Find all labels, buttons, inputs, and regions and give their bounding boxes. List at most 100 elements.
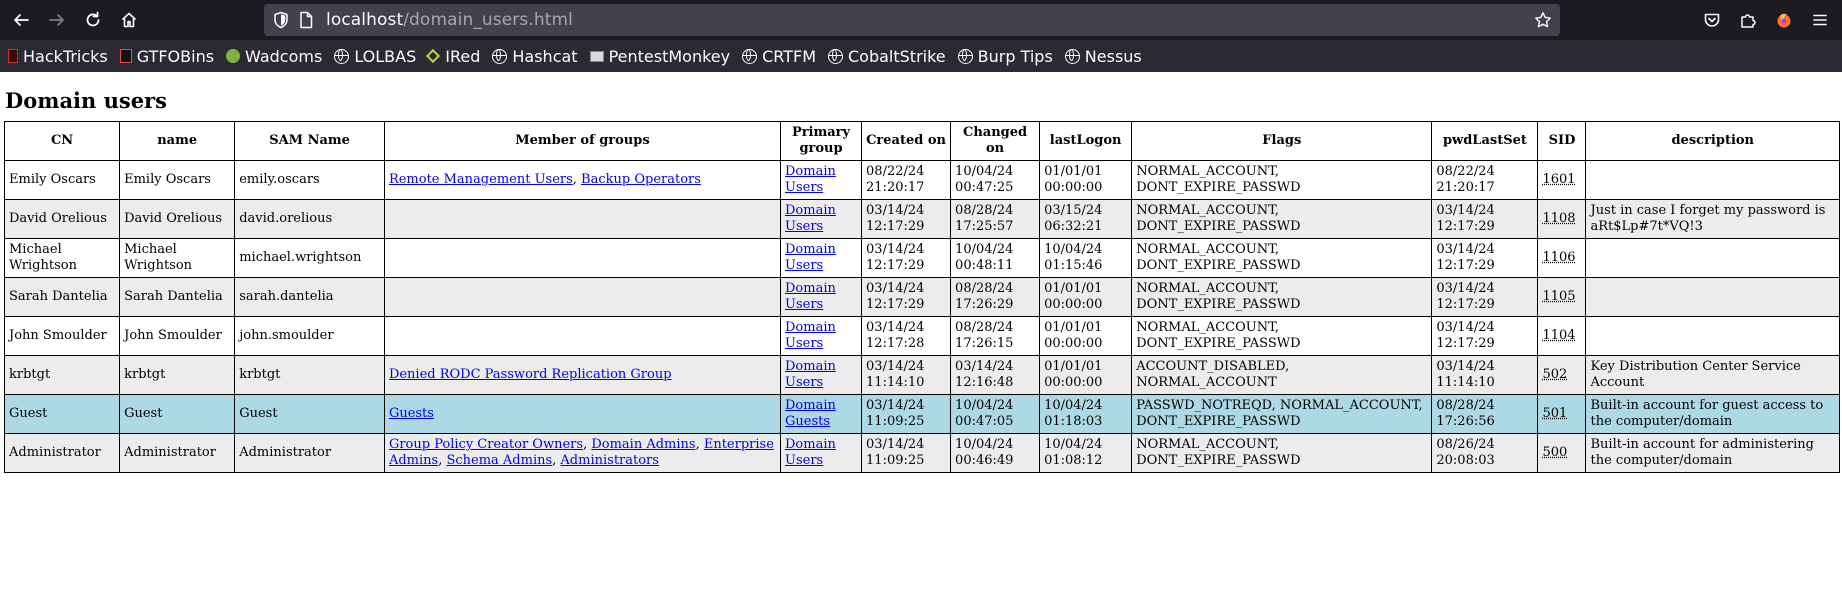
- reload-button[interactable]: [78, 5, 108, 35]
- table-row: Administrator Administrator Administrator G…: [3, 433, 1840, 473]
- page-icon[interactable]: [298, 11, 314, 29]
- primary-group-link[interactable]: Domain Users: [785, 164, 836, 195]
- bookmark-pentestmonkey[interactable]: PentestMonkey: [589, 46, 731, 66]
- bookmark-hashcat[interactable]: Hashcat: [492, 47, 578, 66]
- bookmark-label: GTFOBins: [136, 46, 215, 66]
- sid-value[interactable]: 502: [1542, 367, 1567, 382]
- gtfobins-icon: [119, 49, 132, 63]
- bookmark-wadcoms[interactable]: Wadcoms: [226, 47, 322, 66]
- cell-name: Sarah Dantelia: [119, 277, 236, 317]
- cell-pwd-last-set: 08/22/24 21:20:17: [1431, 160, 1539, 200]
- globe-icon: [334, 48, 350, 64]
- shield-icon[interactable]: [272, 11, 290, 29]
- group-link[interactable]: Group Policy Creator Owners: [389, 437, 583, 452]
- group-link[interactable]: Schema Admins: [446, 453, 552, 468]
- cell-description: Key Distribution Center Service Account: [1585, 355, 1840, 395]
- cell-sid: 1601: [1537, 160, 1587, 200]
- forward-button[interactable]: [42, 5, 72, 35]
- url-host: localhost: [326, 10, 404, 30]
- cell-flags: NORMAL_ACCOUNT, DONT_EXPIRE_PASSWD: [1131, 160, 1433, 200]
- home-button[interactable]: [114, 5, 144, 35]
- cell-name: John Smoulder: [119, 316, 236, 356]
- table-row: John Smoulder John Smoulder john.smoulder D…: [3, 316, 1840, 356]
- url-text[interactable]: localhost/domain_users.html: [326, 10, 573, 30]
- globe-icon: [742, 48, 758, 64]
- bookmark-lolbas[interactable]: LOLBAS: [334, 47, 416, 66]
- group-link[interactable]: Denied RODC Password Replication Group: [389, 367, 672, 382]
- cell-sam-name: Administrator: [234, 433, 385, 473]
- cell-changed-on: 08/28/24 17:26:29: [950, 277, 1041, 317]
- group-link[interactable]: Administrators: [560, 453, 659, 468]
- primary-group-link[interactable]: Domain Users: [785, 242, 836, 273]
- group-link[interactable]: Guests: [389, 406, 434, 421]
- bookmark-label: LOLBAS: [354, 46, 417, 66]
- cell-pwd-last-set: 03/14/24 12:17:29: [1431, 238, 1539, 278]
- bookmark-hacktricks[interactable]: HackTricks: [8, 47, 108, 66]
- bookmark-cobaltstrike[interactable]: CobaltStrike: [828, 47, 946, 66]
- cell-cn: David Orelious: [3, 199, 121, 239]
- cell-sid: 500: [1537, 433, 1587, 473]
- bookmark-ired[interactable]: IRed: [426, 47, 480, 66]
- sid-value[interactable]: 1104: [1542, 328, 1575, 343]
- bookmark-crtfm[interactable]: CRTFM: [742, 47, 816, 66]
- cell-member-of-groups: Denied RODC Password Replication Group: [383, 355, 782, 395]
- primary-group-link[interactable]: Domain Users: [785, 359, 836, 390]
- bookmark-label: Wadcoms: [245, 46, 323, 66]
- cell-member-of-groups: Remote Management Users, Backup Operator…: [383, 160, 782, 200]
- url-bar[interactable]: localhost/domain_users.html: [264, 4, 1560, 36]
- cell-primary-group: Domain Guests: [779, 394, 863, 434]
- pocket-button[interactable]: [1694, 5, 1730, 35]
- group-link[interactable]: Domain Admins: [591, 437, 695, 452]
- sid-value[interactable]: 500: [1542, 445, 1567, 460]
- primary-group-link[interactable]: Domain Users: [785, 437, 836, 468]
- bookmark-label: Burp Tips: [977, 46, 1053, 66]
- page-title: Domain users: [5, 88, 167, 113]
- home-icon: [121, 12, 137, 28]
- sid-value[interactable]: 1601: [1542, 172, 1575, 187]
- sid-value[interactable]: 1106: [1542, 250, 1575, 265]
- cell-changed-on: 08/28/24 17:25:57: [950, 199, 1041, 239]
- puzzle-icon: [1741, 14, 1756, 28]
- bookmark-burp-tips[interactable]: Burp Tips: [957, 46, 1053, 66]
- sid-value[interactable]: 501: [1542, 406, 1567, 421]
- table-row: Michael Wrightson Michael Wrightson michae…: [3, 238, 1840, 278]
- cell-last-logon: 03/15/24 06:32:21: [1039, 199, 1133, 239]
- pentestmonkey-icon: [589, 50, 604, 62]
- extensions-button[interactable]: [1730, 5, 1766, 35]
- bookmark-label: CRTFM: [762, 46, 816, 66]
- domain-users-table: CN name SAM Name Member of groups Primar…: [3, 121, 1840, 473]
- globe-icon: [492, 48, 508, 64]
- cell-created-on: 03/14/24 12:17:28: [861, 316, 952, 356]
- sid-value[interactable]: 1105: [1542, 289, 1575, 304]
- cell-sid: 501: [1537, 394, 1587, 434]
- primary-group-link[interactable]: Domain Users: [785, 320, 836, 351]
- group-link[interactable]: Backup Operators: [581, 172, 701, 187]
- table-row: David Orelious David Orelious david.orelio…: [3, 199, 1840, 239]
- sid-value[interactable]: 1108: [1542, 211, 1575, 226]
- cell-pwd-last-set: 03/14/24 12:17:29: [1431, 199, 1539, 239]
- bookmark-label: HackTricks: [23, 46, 108, 66]
- cell-created-on: 08/22/24 21:20:17: [861, 160, 952, 200]
- column-header-pwd-last-set: pwdLastSet: [1431, 121, 1539, 161]
- page-content: Domain users CN name SAM Name Member of …: [0, 88, 1842, 473]
- bookmark-label: PentestMonkey: [608, 46, 731, 66]
- firefox-account-button[interactable]: [1766, 5, 1802, 35]
- group-link[interactable]: Remote Management Users: [389, 172, 573, 187]
- primary-group-link[interactable]: Domain Users: [785, 281, 836, 312]
- menu-button[interactable]: [1802, 5, 1838, 35]
- firefox-icon: [1777, 13, 1791, 28]
- primary-group-link[interactable]: Domain Guests: [785, 398, 836, 429]
- cell-changed-on: 10/04/24 00:48:11: [950, 238, 1041, 278]
- cell-changed-on: 03/14/24 12:16:48: [950, 355, 1041, 395]
- bookmark-star-icon[interactable]: [1534, 11, 1552, 29]
- back-button[interactable]: [6, 5, 36, 35]
- cell-created-on: 03/14/24 12:17:29: [861, 277, 952, 317]
- cell-sid: 1108: [1537, 199, 1587, 239]
- bookmark-nessus[interactable]: Nessus: [1064, 47, 1142, 66]
- table-row: Guest Guest Guest Guests Domain Guests 03/14/…: [3, 394, 1840, 434]
- bookmark-label: CobaltStrike: [848, 46, 946, 66]
- cell-sam-name: emily.oscars: [234, 160, 385, 200]
- primary-group-link[interactable]: Domain Users: [785, 203, 836, 234]
- bookmark-gtfobins[interactable]: GTFOBins: [119, 46, 215, 66]
- cell-sam-name: Guest: [234, 394, 385, 434]
